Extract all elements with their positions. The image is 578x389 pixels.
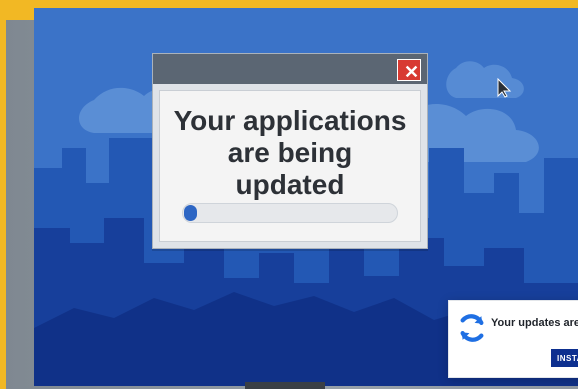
- close-button[interactable]: ✕: [397, 59, 421, 82]
- install-button[interactable]: INSTALL: [551, 349, 578, 367]
- monitor-screen: ✕ Your applications are being updated Yo…: [34, 8, 578, 386]
- toast-message: Your updates are ready: [491, 317, 578, 329]
- dialog-title-line-1: Your applications: [173, 105, 407, 136]
- updates-ready-toast: Your updates are ready INSTALL: [448, 300, 578, 378]
- dialog-titlebar: ✕: [153, 54, 427, 84]
- dialog-content: Your applications are being updated: [159, 90, 421, 242]
- update-dialog: ✕ Your applications are being updated: [152, 53, 428, 249]
- close-icon: ✕: [404, 62, 420, 82]
- update-progress-bar: [182, 203, 398, 223]
- update-progress-fill: [184, 205, 197, 221]
- dialog-title: Your applications are being updated: [170, 105, 410, 201]
- mouse-pointer-icon: [496, 78, 514, 98]
- monitor-stand: [245, 382, 325, 389]
- dialog-title-line-2: are being updated: [227, 137, 353, 200]
- refresh-icon: [455, 311, 489, 345]
